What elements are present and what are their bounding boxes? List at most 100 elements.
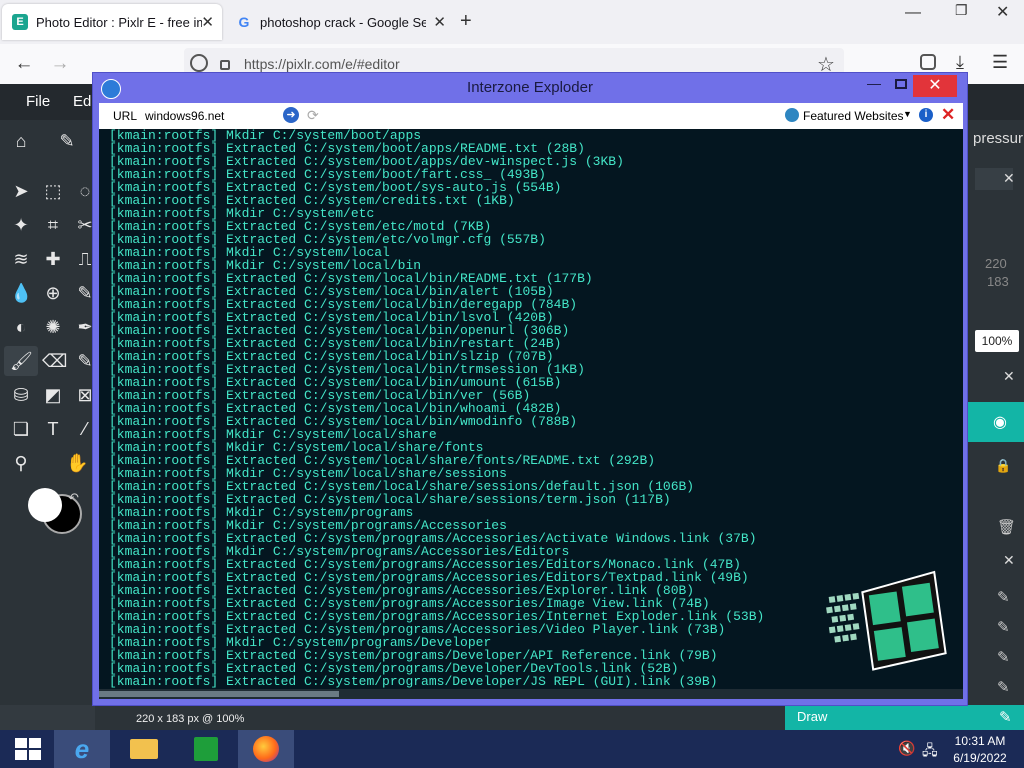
close-panel-icon[interactable]: ✕ bbox=[1003, 368, 1015, 385]
shield-icon[interactable] bbox=[190, 54, 208, 72]
new-tab-icon[interactable]: + bbox=[460, 10, 472, 33]
heal-icon[interactable]: ✚ bbox=[42, 248, 64, 270]
firefox-icon bbox=[253, 736, 279, 762]
windows-start-icon bbox=[15, 738, 41, 760]
blur-icon[interactable]: 💧 bbox=[10, 282, 32, 304]
brush-icon[interactable]: ✎ bbox=[56, 130, 78, 152]
home-icon[interactable]: ⌂ bbox=[10, 130, 32, 152]
browser-tab-bar: E Photo Editor : Pixlr E - free imag ✕ G… bbox=[0, 0, 1024, 44]
draw-label: Draw bbox=[797, 709, 828, 724]
burn-icon[interactable]: ✺ bbox=[42, 316, 64, 338]
eye-icon[interactable]: ◉ bbox=[993, 412, 1007, 432]
restore-icon[interactable]: ❐ bbox=[955, 2, 968, 19]
clock-date: 6/19/2022 bbox=[953, 751, 1007, 765]
tab-title: Photo Editor : Pixlr E - free imag bbox=[36, 14, 202, 30]
chevron-down-icon[interactable]: ▼ bbox=[903, 109, 912, 119]
menu-icon[interactable]: ☰ bbox=[992, 52, 1008, 73]
menu-edit[interactable]: Ed bbox=[73, 93, 91, 110]
google-icon: G bbox=[238, 14, 250, 30]
back-icon[interactable]: ← bbox=[12, 52, 36, 76]
image-width-value: 220 bbox=[985, 256, 1007, 271]
taskbar-firefox[interactable] bbox=[238, 730, 294, 768]
dodge-icon[interactable]: ◐ bbox=[10, 316, 32, 338]
minimize-icon[interactable]: — bbox=[867, 75, 881, 91]
start-button[interactable] bbox=[0, 730, 56, 768]
zoom-field[interactable]: 100% bbox=[975, 330, 1019, 352]
foreground-color-swatch[interactable] bbox=[28, 488, 62, 522]
stop-icon[interactable]: ✕ bbox=[941, 105, 955, 125]
horizontal-scrollbar[interactable] bbox=[99, 689, 963, 699]
forward-icon[interactable]: → bbox=[48, 52, 72, 76]
clock[interactable]: 10:31 AM 6/19/2022 bbox=[948, 734, 1012, 765]
url-row: URL windows96.net ➜ ⟳ Featured Websites … bbox=[99, 103, 963, 129]
lock-icon[interactable] bbox=[220, 60, 230, 70]
scrollbar-thumb[interactable] bbox=[99, 691, 339, 697]
info-icon[interactable]: i bbox=[919, 108, 933, 122]
menu-file[interactable]: File bbox=[26, 93, 50, 110]
tab-google-search[interactable]: G photoshop crack - Google Searc ✕ bbox=[226, 4, 454, 40]
crop-icon[interactable]: ⌗ bbox=[42, 214, 64, 236]
go-icon[interactable]: ➜ bbox=[283, 107, 299, 123]
pixlr-toolbar: ⌂ ✎ ➤ ⬚ ◌ ✦ ⌗ ✂ ≋ ✚ ⎍ 💧 ⊕ ✎ ◐ ✺ ✒ 🖌 ⌫ ✎ … bbox=[0, 120, 95, 705]
volume-muted-icon[interactable]: 🔇 bbox=[898, 740, 915, 757]
tab-pixlr[interactable]: E Photo Editor : Pixlr E - free imag ✕ bbox=[2, 4, 222, 40]
close-icon[interactable]: ✕ bbox=[913, 75, 957, 97]
brush-icon: ✎ bbox=[999, 709, 1012, 726]
brush-preset-icon[interactable]: ✎ bbox=[997, 678, 1010, 696]
taskbar-store[interactable] bbox=[178, 730, 234, 768]
image-height-value: 183 bbox=[987, 274, 1009, 289]
url-text: https://pixlr.com/e/#editor bbox=[244, 56, 400, 72]
taskbar: e 🔇 🖧 10:31 AM 6/19/2022 bbox=[0, 730, 1024, 768]
maximize-icon[interactable] bbox=[895, 79, 907, 89]
internet-explorer-icon: e bbox=[74, 733, 90, 764]
fill-icon[interactable]: ⛁ bbox=[10, 384, 32, 406]
close-panel-icon[interactable]: ✕ bbox=[1003, 552, 1015, 569]
globe-icon bbox=[785, 108, 799, 122]
minimize-icon[interactable]: — bbox=[905, 4, 921, 22]
lock-icon[interactable]: 🔒 bbox=[995, 458, 1011, 474]
layer-visibility-row[interactable]: ◉ bbox=[965, 402, 1024, 442]
network-icon[interactable]: 🖧 bbox=[922, 740, 938, 764]
gradient-icon[interactable]: ◩ bbox=[42, 384, 64, 406]
brush-preset-icon[interactable]: ✎ bbox=[997, 648, 1010, 666]
brush-preset-icon[interactable]: ✎ bbox=[997, 588, 1010, 606]
eraser-icon[interactable]: ⌫ bbox=[42, 350, 67, 372]
close-window-icon[interactable]: ✕ bbox=[996, 2, 1009, 22]
hand-icon[interactable]: ✋ bbox=[66, 452, 88, 474]
featured-websites-dropdown[interactable]: Featured Websites bbox=[803, 109, 904, 123]
canvas-size-status: 220 x 183 px @ 100% bbox=[136, 713, 245, 725]
close-tab-icon[interactable]: ✕ bbox=[433, 13, 446, 31]
tab-title: photoshop crack - Google Searc bbox=[260, 14, 426, 30]
brush-preset-icon[interactable]: ✎ bbox=[997, 618, 1010, 636]
window-title: Interzone Exploder bbox=[467, 79, 593, 96]
wand-icon[interactable]: ✦ bbox=[10, 214, 32, 236]
store-icon bbox=[194, 737, 218, 761]
pocket-icon[interactable] bbox=[920, 54, 936, 70]
download-icon[interactable]: ⤓ bbox=[956, 52, 964, 73]
text-icon[interactable]: T bbox=[42, 418, 64, 440]
refresh-icon[interactable]: ⟳ bbox=[307, 107, 319, 124]
arrange-icon[interactable]: ➤ bbox=[10, 180, 32, 202]
delete-layer-icon[interactable]: 🗑 bbox=[997, 518, 1016, 536]
close-tab-icon[interactable]: ✕ bbox=[201, 13, 214, 31]
pixlr-right-panel: pressur ✕ 220 183 100% ✕ ◉ 🔒 🗑 ✕ ✎ ✎ ✎ ✎ bbox=[965, 120, 1024, 730]
url-label: URL bbox=[113, 109, 138, 123]
taskbar-file-explorer[interactable] bbox=[116, 730, 172, 768]
taskbar-internet-explorer[interactable]: e bbox=[54, 730, 110, 768]
terminal-output: [kmain:rootfs] Mkdir C:/system/boot/apps… bbox=[99, 129, 963, 689]
marquee-icon[interactable]: ⬚ bbox=[42, 180, 64, 202]
liquify-icon[interactable]: ≋ bbox=[10, 248, 32, 270]
interzone-exploder-window: Interzone Exploder — ✕ URL windows96.net… bbox=[92, 72, 968, 706]
zoom-icon[interactable]: ⚲ bbox=[10, 452, 32, 474]
sponge-icon[interactable]: ⊕ bbox=[42, 282, 64, 304]
sticker-icon[interactable]: ❏ bbox=[10, 418, 32, 440]
brush-pressure-label: pressur bbox=[973, 130, 1024, 147]
clock-time: 10:31 AM bbox=[954, 734, 1006, 748]
pixlr-e-icon: E bbox=[12, 14, 28, 30]
draw-panel-bar[interactable]: Draw ✎ bbox=[785, 705, 1024, 730]
close-panel-icon[interactable]: ✕ bbox=[1003, 170, 1015, 187]
swap-colors-icon[interactable]: ↶ bbox=[68, 490, 79, 506]
folder-icon bbox=[130, 739, 158, 759]
url-input[interactable]: windows96.net bbox=[145, 109, 224, 123]
draw-icon[interactable]: 🖌 bbox=[10, 350, 33, 372]
